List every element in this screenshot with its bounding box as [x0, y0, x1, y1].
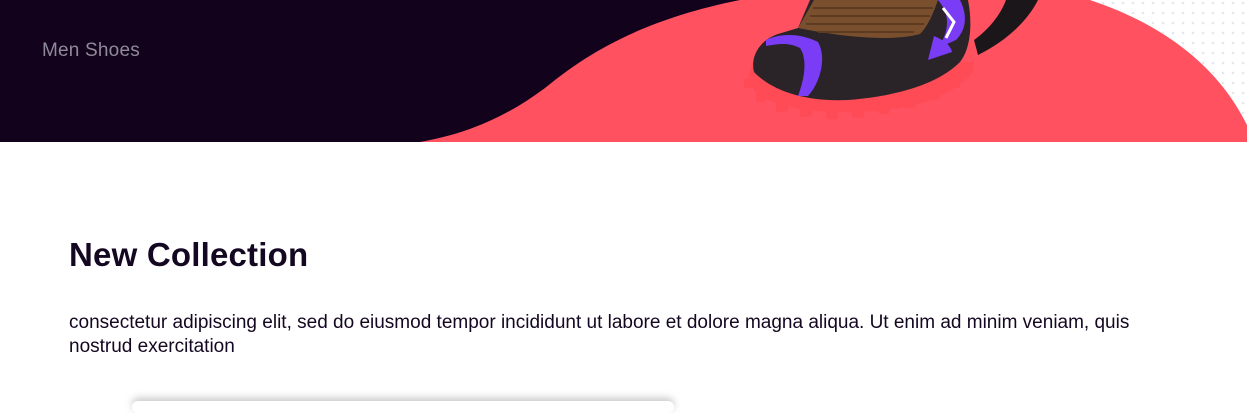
section-title: New Collection	[69, 236, 309, 273]
sneaker-image	[744, 0, 1038, 119]
hero-banner: Men Shoes	[0, 0, 1247, 142]
hero-background	[0, 0, 1247, 142]
hero-category-label[interactable]: Men Shoes	[42, 40, 140, 62]
product-card[interactable]	[132, 401, 674, 413]
section-description: consectetur adipiscing elit, sed do eius…	[69, 312, 1130, 357]
